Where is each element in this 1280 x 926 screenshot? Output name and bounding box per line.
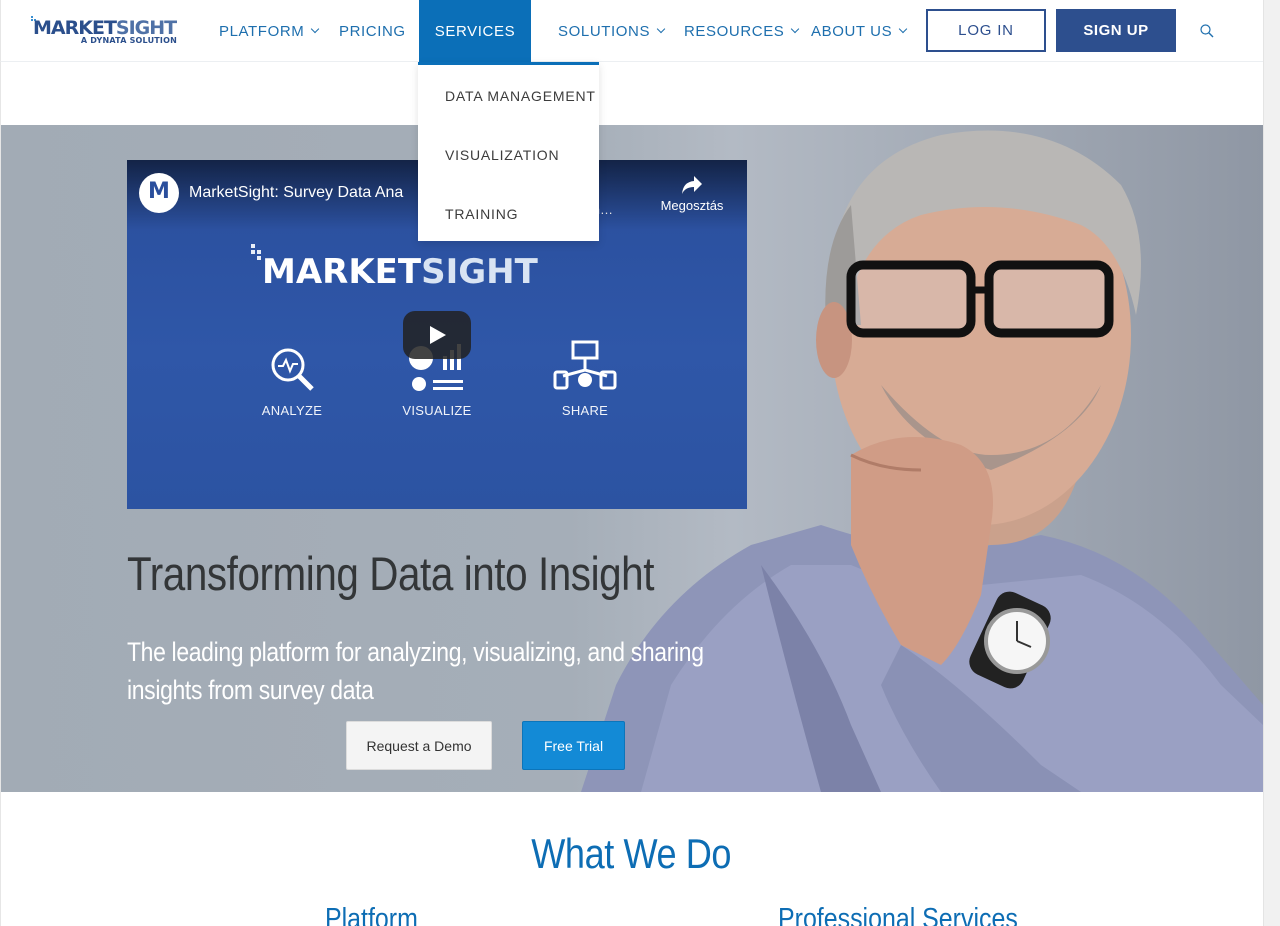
professional-services-heading[interactable]: Professional Services bbox=[778, 903, 1018, 926]
free-trial-button[interactable]: Free Trial bbox=[522, 721, 625, 770]
nav-about-us[interactable]: ABOUT US bbox=[811, 0, 908, 62]
nav-services[interactable]: SERVICES bbox=[419, 0, 531, 64]
chevron-down-icon bbox=[311, 24, 320, 34]
signup-button[interactable]: SIGN UP bbox=[1056, 9, 1176, 52]
feature-label: VISUALIZE bbox=[402, 403, 472, 418]
page-border bbox=[0, 62, 1, 926]
nav-resources[interactable]: RESOURCES bbox=[684, 0, 800, 62]
play-button[interactable] bbox=[403, 311, 471, 359]
share-label: Megosztás bbox=[660, 198, 724, 213]
services-dropdown-menu: DATA MANAGEMENT VISUALIZATION TRAINING bbox=[418, 62, 599, 241]
menu-item-data-management[interactable]: DATA MANAGEMENT bbox=[445, 88, 596, 104]
what-we-do-heading: What We Do bbox=[531, 830, 732, 877]
page: M MarketSight: Survey Data Ana zen… Mego… bbox=[0, 0, 1280, 926]
platform-heading[interactable]: Platform bbox=[325, 903, 418, 926]
share-button[interactable]: Megosztás bbox=[652, 174, 732, 219]
top-navigation: MARKETSIGHT A DYNATA SOLUTION PLATFORM P… bbox=[0, 0, 1263, 64]
analyze-icon bbox=[271, 348, 314, 391]
share-icon bbox=[682, 176, 702, 194]
marketsight-logo[interactable]: MARKETSIGHT A DYNATA SOLUTION bbox=[31, 16, 179, 49]
menu-item-visualization[interactable]: VISUALIZATION bbox=[445, 147, 559, 163]
nav-pricing[interactable]: PRICING bbox=[339, 0, 406, 62]
chevron-down-icon bbox=[656, 24, 666, 34]
request-demo-button[interactable]: Request a Demo bbox=[346, 721, 492, 770]
chevron-down-icon bbox=[791, 24, 800, 34]
channel-avatar[interactable]: M bbox=[139, 173, 179, 213]
login-button[interactable]: LOG IN bbox=[926, 9, 1046, 52]
scrollbar[interactable] bbox=[1263, 0, 1280, 926]
video-logo: MARKETSIGHT bbox=[262, 252, 538, 292]
share-network-icon bbox=[553, 340, 617, 390]
search-icon[interactable] bbox=[1200, 24, 1214, 38]
video-title[interactable]: MarketSight: Survey Data Ana bbox=[189, 184, 403, 202]
hero-title: Transforming Data into Insight bbox=[127, 547, 655, 600]
nav-solutions[interactable]: SOLUTIONS bbox=[558, 0, 666, 62]
logo-tagline: A DYNATA SOLUTION bbox=[80, 36, 177, 45]
feature-label: ANALYZE bbox=[261, 403, 323, 418]
hero-subtitle: The leading platform for analyzing, visu… bbox=[127, 637, 704, 705]
play-icon bbox=[430, 326, 446, 344]
chevron-down-icon bbox=[898, 24, 908, 34]
menu-item-training[interactable]: TRAINING bbox=[445, 206, 518, 222]
feature-label: SHARE bbox=[561, 403, 609, 418]
nav-platform[interactable]: PLATFORM bbox=[219, 0, 320, 62]
